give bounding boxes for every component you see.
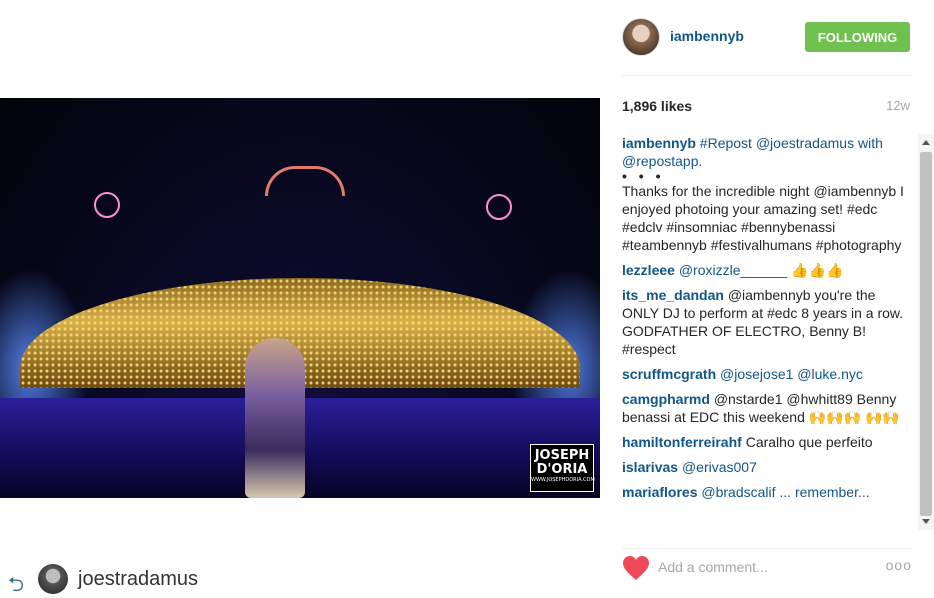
watermark-text: JOSEPH D'ORIA: [534, 448, 590, 477]
comment-username[interactable]: islarivas: [622, 459, 678, 475]
comment-username[interactable]: iambennyb: [622, 135, 696, 151]
likes-count[interactable]: 1,896 likes: [622, 98, 692, 114]
post-sidebar: iambennyb FOLLOWING 1,896 likes 12w iamb…: [600, 0, 934, 598]
comment-text[interactable]: @bradscalif ... remember...: [701, 484, 869, 500]
caption-comment: iambennyb #Repost @joestradamus with @re…: [622, 134, 910, 254]
list-item: lezzleee @roxizzle______ 👍👍👍: [622, 261, 910, 279]
list-item: scruffmcgrath @josejose1 @luke.nyc: [622, 365, 910, 383]
comment-username[interactable]: its_me_dandan: [622, 287, 724, 303]
dj-figure: [245, 338, 305, 498]
ferris-wheel-left: [94, 192, 120, 218]
following-button[interactable]: FOLLOWING: [805, 22, 910, 52]
stage-arch: [265, 166, 345, 196]
comment-text: Caralho que perfeito: [745, 434, 873, 450]
comment-username[interactable]: hamiltonferreirahf: [622, 434, 742, 450]
comment-text[interactable]: @roxizzle______ 👍👍👍: [679, 262, 844, 278]
repost-bar: ⮌ joestradamus: [8, 562, 268, 596]
ferris-wheel-right: [486, 194, 512, 220]
heart-like-icon[interactable]: [622, 555, 650, 581]
post-footer: ooo: [622, 548, 912, 582]
comments-list[interactable]: iambennyb #Repost @joestradamus with @re…: [622, 134, 910, 530]
owner-avatar[interactable]: [622, 18, 660, 56]
comment-text[interactable]: @erivas007: [682, 459, 757, 475]
owner-username[interactable]: iambennyb: [670, 28, 744, 44]
list-item: mariaflores @bradscalif ... remember...: [622, 483, 910, 501]
add-comment-input[interactable]: [658, 555, 858, 579]
post-photo[interactable]: JOSEPH D'ORIA WWW.JOSEPHDORIA.COM: [0, 98, 600, 498]
caption-separator: • • •: [622, 168, 665, 184]
comment-username[interactable]: scruffmcgrath: [622, 366, 716, 382]
comment-text[interactable]: @josejose1 @luke.nyc: [720, 366, 863, 382]
comment-username[interactable]: camgpharmd: [622, 391, 710, 407]
comments-scrollbar[interactable]: [918, 134, 934, 530]
comment-username[interactable]: lezzleee: [622, 262, 675, 278]
scroll-up-arrow-icon[interactable]: [922, 140, 930, 145]
repost-username[interactable]: joestradamus: [78, 568, 198, 591]
list-item: islarivas @erivas007: [622, 458, 910, 476]
scrollbar-thumb[interactable]: [920, 152, 932, 516]
list-item: its_me_dandan @iambennyb you're the ONLY…: [622, 286, 910, 358]
post-header: iambennyb FOLLOWING: [622, 18, 912, 76]
repost-icon: ⮌: [8, 572, 25, 596]
comment-username[interactable]: mariaflores: [622, 484, 697, 500]
repost-avatar[interactable]: [38, 564, 68, 594]
post-age[interactable]: 12w: [886, 98, 910, 113]
scroll-down-arrow-icon[interactable]: [922, 519, 930, 524]
list-item: hamiltonferreirahf Caralho que perfeito: [622, 433, 910, 451]
list-item: camgpharmd @nstarde1 @hwhitt89 Benny ben…: [622, 390, 910, 426]
caption-body: Thanks for the incredible night @iambenn…: [622, 183, 904, 253]
watermark-url: WWW.JOSEPHDORIA.COM: [531, 477, 595, 483]
more-options-icon[interactable]: ooo: [886, 557, 912, 573]
photo-watermark: JOSEPH D'ORIA WWW.JOSEPHDORIA.COM: [530, 444, 595, 492]
